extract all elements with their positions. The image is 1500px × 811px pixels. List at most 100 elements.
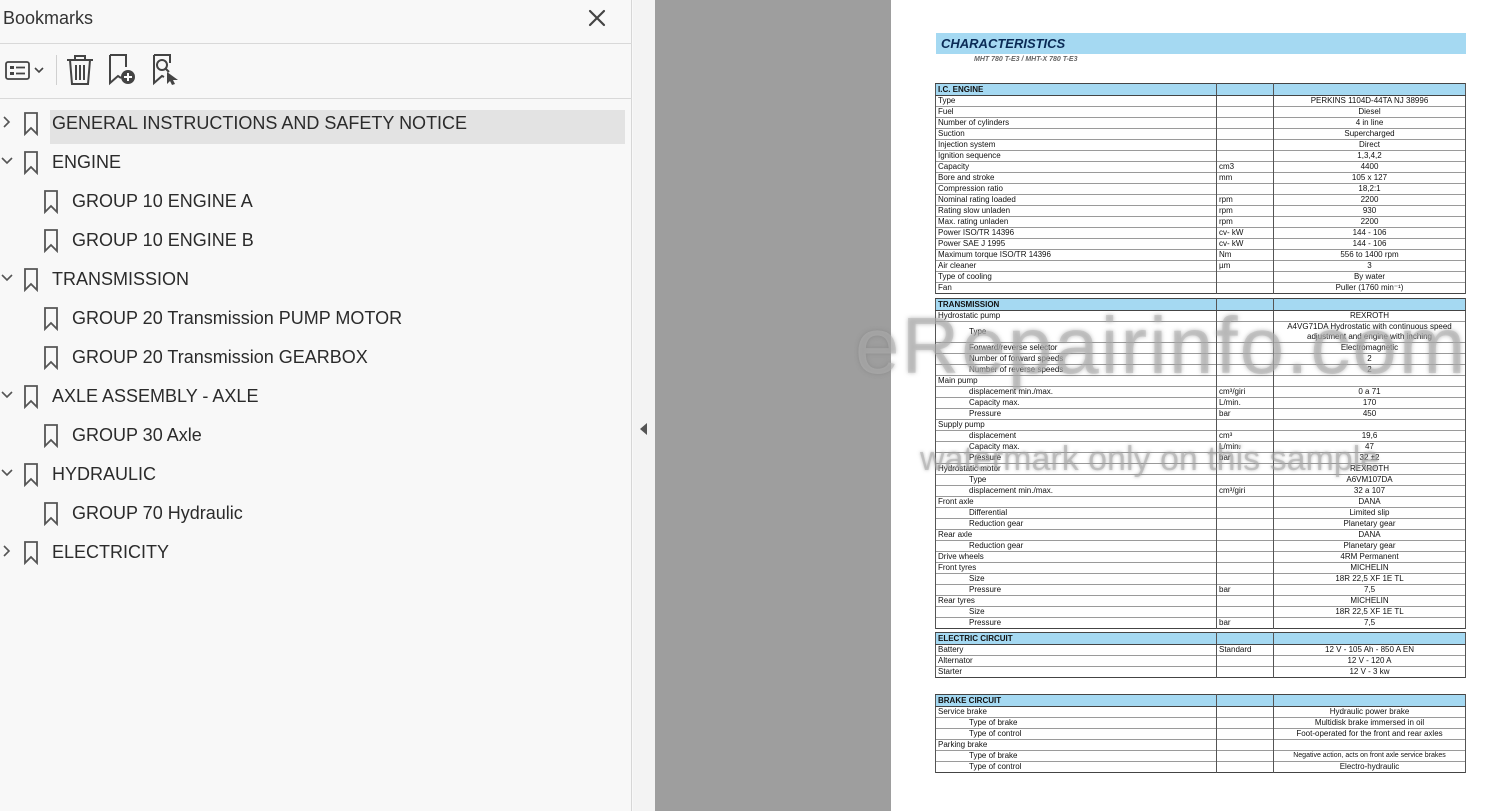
row-unit: bar [1216,617,1274,629]
row-label: displacement [935,430,1217,442]
row-value: 930 [1273,205,1466,217]
bookmarks-panel: Bookmarks GENERAL INSTRUCTIONS AND SAFET… [0,0,632,811]
chevron-right-icon[interactable] [0,115,14,129]
bookmark-item[interactable]: GROUP 20 Transmission GEARBOX [0,339,632,378]
chevron-down-icon[interactable] [0,271,14,285]
row-unit: rpm [1216,194,1274,206]
table-row: Fuel Diesel [935,106,1466,118]
bookmark-item[interactable]: GROUP 30 Axle [0,417,632,456]
bookmark-item[interactable]: GROUP 70 Hydraulic [0,495,632,534]
bookmark-item[interactable]: ELECTRICITY [0,534,632,573]
table-row: Capacity cm3 4400 [935,161,1466,173]
bookmark-item[interactable]: GROUP 10 ENGINE B [0,222,632,261]
row-value: REXROTH [1273,310,1466,322]
row-label: Main pump [935,375,1217,387]
collapse-panel-arrow-icon[interactable] [640,423,647,435]
row-value: 105 x 127 [1273,172,1466,184]
row-unit: rpm [1216,205,1274,217]
row-label: Type [935,474,1217,486]
chevron-down-icon[interactable] [0,466,14,480]
row-unit [1216,106,1274,118]
row-label: Power SAE J 1995 [935,238,1217,250]
row-label: Service brake [935,706,1217,718]
row-label: Suction [935,128,1217,140]
table-row: Reduction gear Planetary gear [935,540,1466,552]
row-unit [1216,507,1274,519]
row-value: 18R 22,5 XF 1E TL [1273,573,1466,585]
row-value: 4400 [1273,161,1466,173]
panel-splitter[interactable] [633,0,655,811]
bookmark-item[interactable]: GENERAL INSTRUCTIONS AND SAFETY NOTICE [0,105,632,144]
table-row: Starter 12 V - 3 kw [935,666,1466,678]
add-bookmark-icon [109,54,135,86]
row-value: 2200 [1273,194,1466,206]
row-unit [1216,655,1274,667]
table-row: Rear axle DANA [935,529,1466,541]
row-label: Type of cooling [935,271,1217,283]
row-value: 144 - 106 [1273,227,1466,239]
bookmark-label: ELECTRICITY [52,542,170,562]
table-row: Suction Supercharged [935,128,1466,140]
table-row: Air cleaner µm 3 [935,260,1466,272]
row-label: Pressure [935,584,1217,596]
row-unit [1216,139,1274,151]
chevron-down-icon[interactable] [0,154,14,168]
table-row: Rear tyres MICHELIN [935,595,1466,607]
row-value [1273,375,1466,387]
row-value: 32 a 107 [1273,485,1466,497]
chevron-down-icon[interactable] [0,388,14,402]
table-cell [1273,298,1466,311]
row-unit: bar [1216,452,1274,464]
chevron-right-icon[interactable] [0,544,14,558]
table-row: Bore and stroke mm 105 x 127 [935,172,1466,184]
bookmark-item[interactable]: HYDRAULIC [0,456,632,495]
section-heading: TRANSMISSION [935,298,1217,311]
row-value: 450 [1273,408,1466,420]
spec-table: TRANSMISSION Hydrostatic pump REXROTH Type A… [935,298,1466,629]
delete-bookmark-button[interactable] [64,53,96,87]
find-bookmark-button[interactable] [150,53,182,87]
row-label: Ignition sequence [935,150,1217,162]
table-row: Power SAE J 1995 cv- kW 144 - 106 [935,238,1466,250]
table-row: Size 18R 22,5 XF 1E TL [935,573,1466,585]
table-row: Number of forward speeds 2 [935,353,1466,365]
row-label: Power ISO/TR 14396 [935,227,1217,239]
table-row: Hydrostatic motor REXROTH [935,463,1466,475]
table-row: Capacity max. L/min. 170 [935,397,1466,409]
row-label: Type of control [935,728,1217,740]
row-label: Hydrostatic pump [935,310,1217,322]
row-unit: bar [1216,408,1274,420]
close-panel-button[interactable] [583,4,611,32]
row-value: Multidisk brake immersed in oil [1273,717,1466,729]
row-unit [1216,761,1274,773]
bookmark-item[interactable]: GROUP 10 ENGINE A [0,183,632,222]
row-label: Maximum torque ISO/TR 14396 [935,249,1217,261]
row-label: Differential [935,507,1217,519]
row-value: Planetary gear [1273,540,1466,552]
table-row: Forward/reverse selector Electromagnetic [935,342,1466,354]
bookmark-item[interactable]: TRANSMISSION [0,261,632,300]
options-menu-button[interactable] [4,53,46,87]
row-unit [1216,353,1274,365]
bookmarks-header: Bookmarks [0,0,632,44]
row-unit [1216,739,1274,751]
row-label: Rear tyres [935,595,1217,607]
bookmark-item[interactable]: AXLE ASSEMBLY - AXLE [0,378,632,417]
row-label: Number of forward speeds [935,353,1217,365]
bookmark-icon [24,151,38,175]
bookmark-icon [44,229,58,253]
row-label: Number of cylinders [935,117,1217,129]
bookmark-item[interactable]: ENGINE [0,144,632,183]
row-value: 2200 [1273,216,1466,228]
row-unit: L/min. [1216,397,1274,409]
table-row: Battery Standard 12 V - 105 Ah - 850 A EN [935,644,1466,656]
new-bookmark-button[interactable] [106,53,138,87]
table-row: displacement min./max. cm³/giri 32 a 107 [935,485,1466,497]
row-label: Injection system [935,139,1217,151]
document-page: CHARACTERISTICS MHT 780 T-E3 / MHT-X 780… [891,0,1500,811]
bookmark-icon [24,385,38,409]
row-value: Planetary gear [1273,518,1466,530]
bookmark-item[interactable]: GROUP 20 Transmission PUMP MOTOR [0,300,632,339]
row-label: Pressure [935,617,1217,629]
row-label: Front axle [935,496,1217,508]
